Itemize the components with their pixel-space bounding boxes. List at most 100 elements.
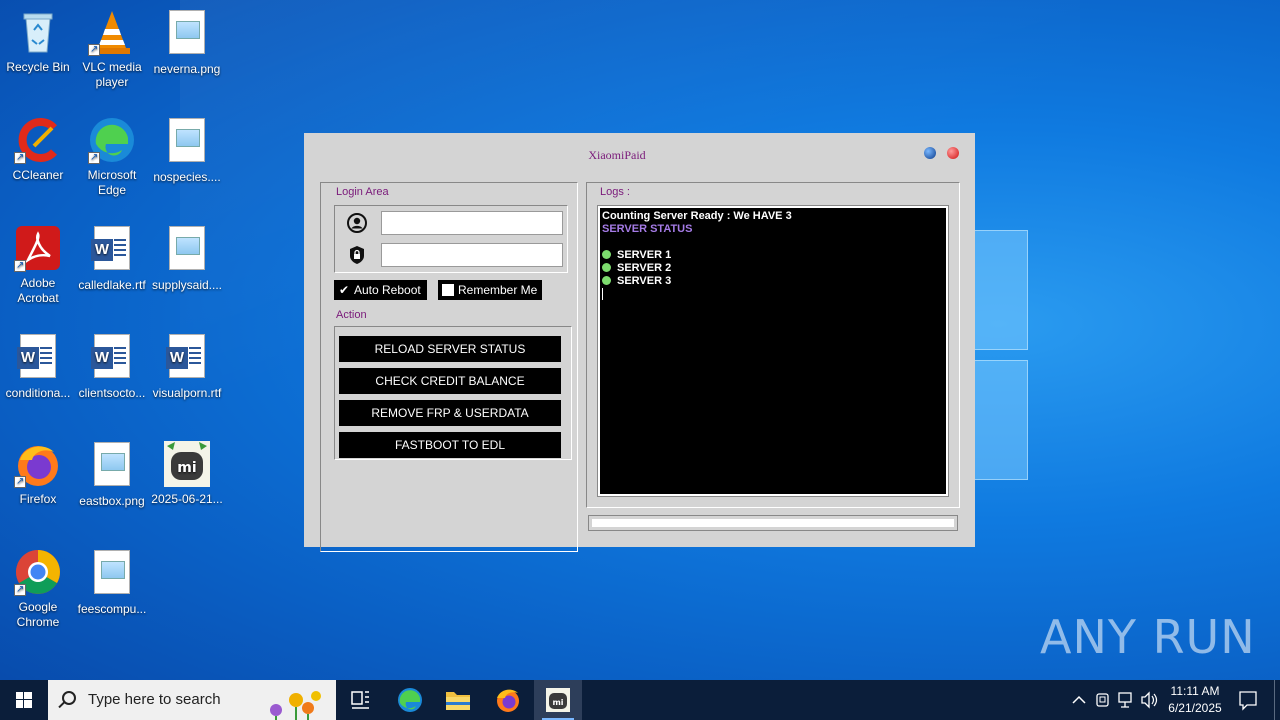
- text-cursor: [602, 288, 603, 300]
- search-placeholder: Type here to search: [88, 691, 221, 708]
- xiaomi-app-icon: mi: [546, 688, 570, 712]
- taskbar-xiaomipaid[interactable]: mi: [534, 680, 582, 720]
- svg-text:mi: mi: [552, 698, 563, 707]
- username-row: [339, 208, 567, 238]
- start-button[interactable]: [0, 680, 48, 720]
- word-document-icon: W: [17, 334, 56, 378]
- fastboot-to-edl-button[interactable]: FASTBOOT TO EDL: [339, 432, 561, 458]
- device-icon: [1096, 693, 1109, 707]
- volume-button[interactable]: [1138, 680, 1160, 720]
- desktop-icon-firefox[interactable]: Firefox: [0, 440, 76, 507]
- taskbar-search-box[interactable]: Type here to search: [48, 680, 336, 720]
- status-dot-icon: [602, 276, 611, 285]
- desktop-icon-eastbox[interactable]: eastbox.png: [74, 440, 150, 509]
- logs-console[interactable]: Counting Server Ready : We HAVE 3 SERVER…: [597, 205, 949, 497]
- shortcut-arrow-icon: [14, 474, 26, 489]
- desktop-icon-feescompu[interactable]: feescompu...: [74, 548, 150, 617]
- image-file-icon: [169, 226, 205, 270]
- desktop-icon-chrome[interactable]: Google Chrome: [0, 548, 76, 630]
- icon-label: supplysaid....: [151, 278, 223, 292]
- flowers-decoration-icon: [270, 691, 321, 720]
- folder-icon: [446, 692, 470, 710]
- shortcut-arrow-icon: [88, 42, 100, 57]
- taskbar-edge[interactable]: [386, 680, 434, 720]
- icon-label: nospecies....: [153, 170, 221, 184]
- chrome-icon: [14, 548, 62, 597]
- icon-label: VLC media player: [82, 60, 142, 89]
- log-server-2: SERVER 2: [602, 262, 946, 275]
- shortcut-arrow-icon: [88, 150, 100, 165]
- login-area-label: Login Area: [334, 186, 391, 198]
- show-hidden-icons-button[interactable]: [1068, 680, 1090, 720]
- log-line-server-status: SERVER STATUS: [602, 223, 693, 235]
- log-server-1: SERVER 1: [602, 249, 946, 262]
- show-desktop-button[interactable]: [1274, 680, 1275, 720]
- desktop-icon-calledlake[interactable]: W calledlake.rtf: [74, 224, 150, 293]
- log-server-3: SERVER 3: [602, 275, 946, 288]
- icon-label: Firefox: [19, 492, 57, 506]
- shortcut-arrow-icon: [14, 150, 26, 165]
- desktop-icon-vlc[interactable]: VLC media player: [74, 8, 150, 90]
- taskbar-clock[interactable]: 11:11 AM 6/21/2025: [1160, 683, 1230, 717]
- recycle-bin-icon: [14, 8, 62, 56]
- minimize-button[interactable]: [924, 147, 936, 159]
- icon-label: eastbox.png: [79, 494, 145, 508]
- acrobat-icon: [14, 224, 62, 273]
- check-credit-balance-button[interactable]: CHECK CREDIT BALANCE: [339, 368, 561, 394]
- password-row: [339, 240, 567, 270]
- windows-start-icon: [16, 692, 32, 708]
- window-title: XiaomiPaid: [588, 148, 646, 162]
- icon-label: visualporn.rtf: [152, 386, 222, 400]
- task-view-icon: [351, 691, 369, 709]
- chevron-up-icon: [1072, 695, 1086, 704]
- taskbar-firefox[interactable]: [484, 680, 532, 720]
- image-file-icon: [94, 550, 130, 594]
- icon-label: Google Chrome: [16, 600, 60, 629]
- xiaomipaid-window: XiaomiPaid Login Area ✔ Auto Reboot Reme…: [304, 133, 975, 552]
- icon-label: clientsocto...: [78, 386, 146, 400]
- xiaomi-app-icon: mi: [163, 440, 211, 488]
- progress-bar: [588, 515, 958, 531]
- taskbar: Type here to search mi 11:11 AM 6/21/202…: [0, 680, 1280, 720]
- notifications-button[interactable]: [1234, 680, 1262, 720]
- icon-label: 2025-06-21...: [151, 492, 223, 506]
- image-file-icon: [169, 118, 205, 162]
- tray-device-icon-button[interactable]: [1092, 680, 1114, 720]
- status-dot-icon: [602, 263, 611, 272]
- desktop-icon-nospecies[interactable]: nospecies....: [149, 116, 225, 185]
- anyrun-watermark: ANY RUN: [1040, 610, 1256, 664]
- task-view-button[interactable]: [336, 680, 384, 720]
- icon-label: neverna.png: [153, 62, 221, 76]
- desktop-icon-recycle-bin[interactable]: Recycle Bin: [0, 8, 76, 75]
- password-input[interactable]: [381, 243, 563, 267]
- unchecked-box-icon: [441, 283, 455, 297]
- remove-frp-userdata-button[interactable]: REMOVE FRP & USERDATA: [339, 400, 561, 426]
- taskbar-file-explorer[interactable]: [434, 680, 482, 720]
- auto-reboot-checkbox[interactable]: ✔ Auto Reboot: [334, 280, 427, 300]
- desktop-icon-ccleaner[interactable]: CCleaner: [0, 116, 76, 183]
- desktop-icon-neverna[interactable]: neverna.png: [149, 8, 225, 77]
- icon-label: Microsoft Edge: [87, 168, 137, 197]
- image-file-icon: [94, 442, 130, 486]
- icon-label: CCleaner: [12, 168, 64, 182]
- username-input[interactable]: [381, 211, 563, 235]
- desktop-icon-edge[interactable]: Microsoft Edge: [74, 116, 150, 198]
- close-button[interactable]: [947, 147, 959, 159]
- shortcut-arrow-icon: [14, 582, 26, 597]
- logs-label: Logs :: [598, 186, 632, 198]
- desktop-icon-acrobat[interactable]: Adobe Acrobat: [0, 224, 76, 306]
- network-button[interactable]: [1115, 680, 1137, 720]
- desktop-icon-clientsocto[interactable]: W clientsocto...: [74, 332, 150, 401]
- desktop-icon-conditiona[interactable]: W conditiona...: [0, 332, 76, 401]
- desktop-icon-2025-06-21[interactable]: mi 2025-06-21...: [149, 440, 225, 507]
- desktop-icon-visualporn[interactable]: W visualporn.rtf: [149, 332, 225, 401]
- remember-me-checkbox[interactable]: Remember Me: [438, 280, 542, 300]
- desktop-icon-supplysaid[interactable]: supplysaid....: [149, 224, 225, 293]
- word-document-icon: W: [166, 334, 205, 378]
- reload-server-status-button[interactable]: RELOAD SERVER STATUS: [339, 336, 561, 362]
- lock-icon: [350, 246, 364, 264]
- search-icon: [62, 691, 76, 705]
- remember-me-label: Remember Me: [458, 283, 538, 297]
- clock-time: 11:11 AM: [1170, 684, 1220, 698]
- edge-icon: [88, 116, 136, 165]
